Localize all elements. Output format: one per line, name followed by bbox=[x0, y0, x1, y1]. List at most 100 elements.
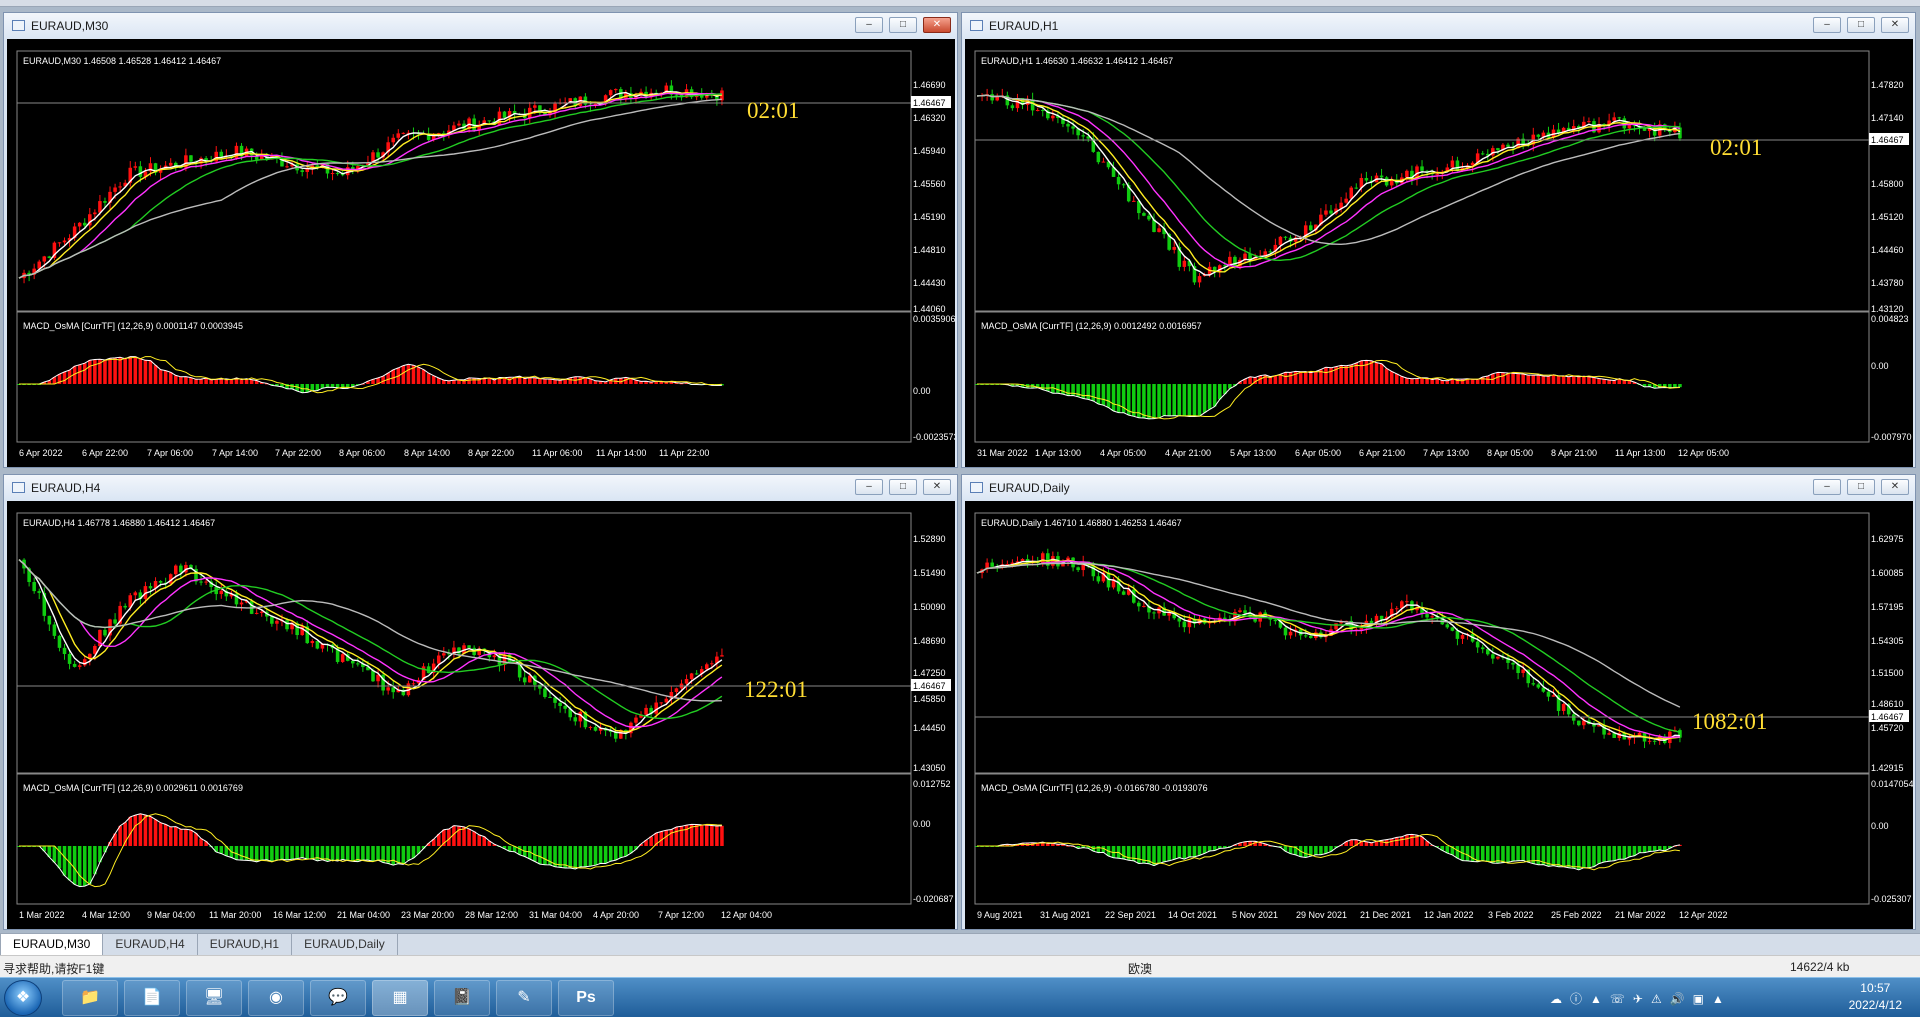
price-tick: 1.45560 bbox=[913, 179, 946, 189]
chart-canvas[interactable]: 1.46467 EURAUD,H4 1.46778 1.46880 1.4641… bbox=[7, 501, 955, 929]
macd-bar bbox=[517, 846, 522, 855]
macd-bar bbox=[1526, 846, 1530, 863]
macd-bar bbox=[270, 846, 274, 862]
macd-bar bbox=[1309, 372, 1313, 384]
browser-app-icon[interactable]: ◉ bbox=[248, 980, 304, 1016]
macd-bar bbox=[1531, 375, 1536, 384]
time-tick: 22 Sep 2021 bbox=[1105, 910, 1156, 920]
chart-window-m30[interactable]: EURAUD,M30 – □ ✕ 1.46467 EURAUD,M30 1.46… bbox=[3, 12, 958, 468]
chart-window-daily[interactable]: EURAUD,Daily – □ ✕ 1.46467 EURAUD,Daily … bbox=[961, 474, 1916, 930]
trading-app-icon[interactable]: ▦ bbox=[372, 980, 428, 1016]
macd-bar bbox=[1096, 846, 1101, 853]
macd-bar bbox=[1394, 837, 1399, 846]
macd-bar bbox=[1475, 846, 1480, 862]
price-tick: 1.44810 bbox=[913, 245, 946, 255]
tab-euraud-h1[interactable]: EURAUD,H1 bbox=[198, 934, 293, 955]
candle-body bbox=[573, 717, 578, 722]
macd-bar bbox=[674, 827, 679, 846]
tab-euraud-h4[interactable]: EURAUD,H4 bbox=[103, 934, 198, 955]
maximize-button[interactable]: □ bbox=[889, 479, 917, 495]
macd-bar bbox=[1647, 846, 1652, 852]
candle-body bbox=[1071, 126, 1075, 129]
macd-bar bbox=[174, 826, 178, 846]
window-titlebar[interactable]: EURAUD,Daily – □ ✕ bbox=[962, 475, 1915, 500]
minimize-button[interactable]: – bbox=[1813, 17, 1841, 33]
chart-canvas[interactable]: 1.46467 EURAUD,M30 1.46508 1.46528 1.464… bbox=[7, 39, 955, 467]
macd-bar bbox=[184, 376, 188, 384]
minimize-button[interactable]: – bbox=[1813, 479, 1841, 495]
macd-tick: 0.0147054 bbox=[1871, 779, 1913, 789]
close-button[interactable]: ✕ bbox=[923, 17, 951, 33]
candle-body bbox=[1116, 176, 1121, 185]
macd-bar bbox=[1263, 374, 1268, 384]
close-button[interactable]: ✕ bbox=[1881, 17, 1909, 33]
macd-bar bbox=[1556, 846, 1561, 867]
macd-bar bbox=[209, 379, 213, 384]
start-button[interactable]: ❖ bbox=[4, 980, 42, 1016]
macd-bar bbox=[1152, 384, 1156, 419]
maximize-button[interactable]: □ bbox=[1847, 17, 1875, 33]
macd-bar bbox=[158, 822, 163, 846]
macd-bar bbox=[184, 829, 188, 846]
candle-body bbox=[588, 726, 593, 728]
pen-app-icon[interactable]: ✎ bbox=[496, 980, 552, 1016]
macd-bar bbox=[1384, 368, 1389, 384]
candle-body bbox=[1425, 614, 1429, 618]
status-profile[interactable]: 欧澳 bbox=[1128, 960, 1152, 977]
maximize-button[interactable]: □ bbox=[1847, 479, 1875, 495]
macd-bar bbox=[153, 819, 158, 846]
candle-body bbox=[275, 620, 279, 624]
macd-bar bbox=[482, 378, 487, 384]
wechat-app-icon[interactable]: 💬 bbox=[310, 980, 366, 1016]
window-titlebar[interactable]: EURAUD,H1 – □ ✕ bbox=[962, 13, 1915, 38]
time-tick: 8 Apr 05:00 bbox=[1487, 448, 1533, 458]
macd-tick: 0.00 bbox=[913, 819, 931, 829]
candle-body bbox=[1405, 601, 1409, 603]
window-titlebar[interactable]: EURAUD,H4 – □ ✕ bbox=[4, 475, 957, 500]
time-tick: 11 Apr 13:00 bbox=[1615, 448, 1665, 458]
bar-countdown: 122:01 bbox=[744, 677, 808, 702]
tab-euraud-daily[interactable]: EURAUD,Daily bbox=[292, 934, 398, 955]
explorer-app-icon[interactable]: 📄 bbox=[124, 980, 180, 1016]
price-tick: 1.50090 bbox=[913, 602, 946, 612]
macd-bar bbox=[603, 846, 608, 864]
candle-body bbox=[1460, 635, 1465, 639]
macd-bar bbox=[340, 846, 345, 860]
window-titlebar[interactable]: EURAUD,M30 – □ ✕ bbox=[4, 13, 957, 38]
minimize-button[interactable]: – bbox=[855, 17, 883, 33]
macd-bar bbox=[1526, 375, 1530, 384]
monitor-app-icon[interactable]: 🖥 bbox=[186, 980, 242, 1016]
price-tick: 1.45190 bbox=[913, 212, 946, 222]
macd-bar bbox=[1364, 360, 1369, 384]
chart-canvas[interactable]: 1.46467 EURAUD,H1 1.46630 1.46632 1.4641… bbox=[965, 39, 1913, 467]
photoshop-app-icon[interactable]: Ps bbox=[558, 980, 614, 1016]
macd-bar bbox=[1389, 838, 1394, 846]
chart-window-h1[interactable]: EURAUD,H1 – □ ✕ 1.46467 EURAUD,H1 1.4663… bbox=[961, 12, 1916, 468]
chart-canvas[interactable]: 1.46467 EURAUD,Daily 1.46710 1.46880 1.4… bbox=[965, 501, 1913, 929]
clock-time: 10:57 bbox=[1860, 981, 1891, 995]
macd-bar bbox=[1460, 379, 1465, 384]
candle-body bbox=[356, 663, 360, 665]
candle-body bbox=[1177, 618, 1182, 622]
close-button[interactable]: ✕ bbox=[1881, 479, 1909, 495]
macd-bar bbox=[538, 378, 542, 384]
clock[interactable]: 10:57 2022/4/12 bbox=[1849, 980, 1902, 1014]
tab-euraud-m30[interactable]: EURAUD,M30 bbox=[0, 933, 104, 955]
folder-app-icon[interactable]: 📁 bbox=[62, 980, 118, 1016]
candle-body bbox=[659, 702, 664, 704]
tray-icons[interactable]: ☁ⓘ▲☏✈⚠🔊▣▲ bbox=[1550, 990, 1732, 1007]
macd-bar bbox=[1617, 846, 1622, 860]
candle-body bbox=[664, 698, 669, 703]
candle-body bbox=[133, 166, 138, 168]
candle-body bbox=[300, 170, 304, 172]
maximize-button[interactable]: □ bbox=[889, 17, 917, 33]
time-tick: 8 Apr 21:00 bbox=[1551, 448, 1597, 458]
close-button[interactable]: ✕ bbox=[923, 479, 951, 495]
macd-bar bbox=[472, 378, 476, 384]
notes-app-icon[interactable]: 📓 bbox=[434, 980, 490, 1016]
candle-body bbox=[285, 166, 289, 168]
minimize-button[interactable]: – bbox=[855, 479, 883, 495]
chart-window-h4[interactable]: EURAUD,H4 – □ ✕ 1.46467 EURAUD,H4 1.4677… bbox=[3, 474, 958, 930]
candle-body bbox=[1455, 630, 1460, 639]
macd-bar bbox=[62, 846, 67, 876]
